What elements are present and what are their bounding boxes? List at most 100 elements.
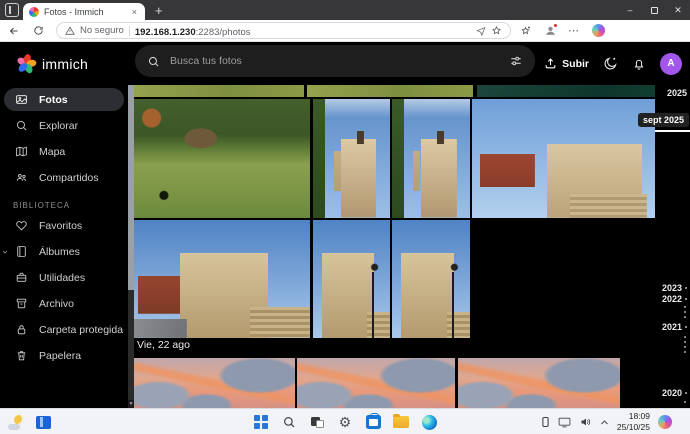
- start-button[interactable]: [251, 412, 271, 432]
- header-actions: Subir A: [544, 42, 682, 85]
- profile-icon[interactable]: [541, 22, 559, 40]
- trash-icon: [15, 349, 28, 362]
- photo-thumbnail[interactable]: [134, 99, 310, 218]
- archive-icon: [15, 297, 28, 310]
- edge-icon[interactable]: [419, 412, 439, 432]
- sidebar-item-mapa[interactable]: Mapa: [4, 140, 124, 163]
- user-avatar[interactable]: A: [660, 53, 682, 75]
- immich-app: immich Subir A: [0, 42, 690, 408]
- sidebar-item-favoritos[interactable]: Favoritos: [4, 214, 124, 237]
- sidebar-item-archivo[interactable]: Archivo: [4, 292, 124, 315]
- photo-thumbnail[interactable]: [297, 358, 455, 408]
- pinned-app-icon[interactable]: [36, 416, 51, 429]
- file-explorer-icon[interactable]: [391, 412, 411, 432]
- tab-title: Fotos - Immich: [44, 7, 125, 17]
- photo-thumbnail[interactable]: [477, 85, 655, 97]
- copilot-icon[interactable]: [589, 22, 607, 40]
- time: 18:09: [617, 411, 650, 422]
- taskbar-center: ⚙: [251, 409, 439, 434]
- sidebar-item-papelera[interactable]: Papelera: [4, 344, 124, 367]
- hidden-icons-chevron[interactable]: [600, 419, 609, 426]
- utilities-toolbox-icon: [15, 271, 28, 284]
- photo-thumbnail[interactable]: [307, 85, 473, 97]
- taskbar-widgets[interactable]: [8, 409, 51, 434]
- notifications-bell-icon[interactable]: [632, 57, 646, 71]
- immich-favicon-icon: [29, 7, 39, 17]
- photo-thumbnail[interactable]: [392, 99, 470, 218]
- minimize-button[interactable]: –: [618, 0, 642, 20]
- date-group-header: Vie, 22 ago: [137, 339, 190, 351]
- usb-device-icon[interactable]: [541, 416, 550, 428]
- search-icon: [147, 55, 160, 68]
- photo-thumbnail[interactable]: [313, 99, 390, 218]
- url-host: 192.168.1.230: [135, 27, 196, 38]
- sidebar: Fotos Explorar Mapa Compartidos BIBLIOTE…: [0, 85, 128, 408]
- upload-icon: [544, 57, 557, 70]
- scrubber-year-label: 2023: [662, 283, 687, 293]
- close-button[interactable]: ✕: [666, 0, 690, 20]
- browser-tab-bar: Fotos - Immich × + – ✕: [0, 0, 690, 20]
- browser-menu-icon[interactable]: ⋯: [565, 22, 583, 40]
- upload-button[interactable]: Subir: [544, 57, 589, 70]
- search-input[interactable]: [170, 55, 499, 67]
- immich-logo[interactable]: immich: [18, 55, 88, 72]
- photo-thumbnail[interactable]: [313, 220, 390, 338]
- screen: Fotos - Immich × + – ✕ No seguro 192.168…: [0, 0, 690, 434]
- not-secure-warning-icon: [65, 26, 75, 36]
- photo-thumbnail[interactable]: [472, 99, 655, 218]
- favorites-collections-icon[interactable]: [517, 22, 535, 40]
- photo-thumbnail[interactable]: [134, 85, 304, 97]
- people-icon: [15, 171, 28, 184]
- chevron-down-icon[interactable]: [1, 247, 9, 259]
- tab-actions-icon[interactable]: [5, 3, 19, 17]
- maximize-icon: [651, 7, 658, 14]
- immich-logo-icon: [18, 55, 35, 72]
- sidebar-item-albumes[interactable]: Álbumes: [4, 240, 124, 263]
- profile-notification-dot: [553, 23, 558, 28]
- sidebar-item-compartidos[interactable]: Compartidos: [4, 166, 124, 189]
- photo-thumbnail[interactable]: [392, 220, 470, 338]
- volume-icon[interactable]: [579, 416, 592, 428]
- tab-close-icon[interactable]: ×: [130, 7, 139, 17]
- scrubber-year-label: 2022: [662, 294, 687, 304]
- windows-taskbar: ⚙ 18:09 25/10/25: [0, 408, 690, 434]
- scrubber-year-label: 2020: [662, 388, 687, 398]
- sidebar-item-utilidades[interactable]: Utilidades: [4, 266, 124, 289]
- scrubber-position-line: [655, 130, 690, 132]
- system-tray: 18:09 25/10/25: [541, 409, 672, 434]
- url-field[interactable]: No seguro 192.168.1.230:2283/photos: [56, 22, 511, 39]
- scrubber-dots: [684, 336, 686, 353]
- new-tab-button[interactable]: +: [155, 4, 163, 18]
- send-icon[interactable]: [476, 26, 486, 36]
- browser-tab[interactable]: Fotos - Immich ×: [23, 3, 145, 20]
- photo-thumbnail[interactable]: [458, 358, 620, 408]
- settings-icon[interactable]: ⚙: [335, 412, 355, 432]
- theme-toggle-moon-icon[interactable]: [603, 56, 618, 71]
- album-icon: [15, 245, 28, 258]
- search-filter-icon[interactable]: [509, 54, 523, 68]
- maximize-button[interactable]: [642, 0, 666, 20]
- copilot-taskbar-icon[interactable]: [658, 415, 672, 429]
- scrubber-hover-tooltip: sept 2025: [638, 113, 689, 127]
- search-bar[interactable]: [135, 45, 535, 77]
- back-button[interactable]: [4, 22, 24, 40]
- scrubber-year-label: 2021: [662, 322, 687, 332]
- microsoft-store-icon[interactable]: [363, 412, 383, 432]
- timeline-scrubber[interactable]: 2025 sept 2025 2023 2022 2021 2020: [655, 85, 690, 408]
- weather-widget-icon[interactable]: [8, 415, 25, 430]
- date: 25/10/25: [617, 422, 650, 433]
- reload-button[interactable]: [28, 22, 48, 40]
- sidebar-item-carpeta-protegida[interactable]: Carpeta protegida: [4, 318, 124, 341]
- photo-thumbnail[interactable]: [134, 220, 310, 338]
- taskbar-clock[interactable]: 18:09 25/10/25: [617, 411, 650, 432]
- sidebar-item-fotos[interactable]: Fotos: [4, 88, 124, 111]
- task-view-icon[interactable]: [307, 412, 327, 432]
- bookmark-star-icon[interactable]: [491, 25, 502, 36]
- browser-address-bar: No seguro 192.168.1.230:2283/photos ⋯: [0, 20, 690, 42]
- photo-thumbnail[interactable]: [134, 358, 295, 408]
- sidebar-item-explorar[interactable]: Explorar: [4, 114, 124, 137]
- taskbar-search-icon[interactable]: [279, 412, 299, 432]
- url-path: :2283/photos: [196, 27, 251, 38]
- explore-search-icon: [15, 119, 28, 132]
- display-cast-icon[interactable]: [558, 417, 571, 428]
